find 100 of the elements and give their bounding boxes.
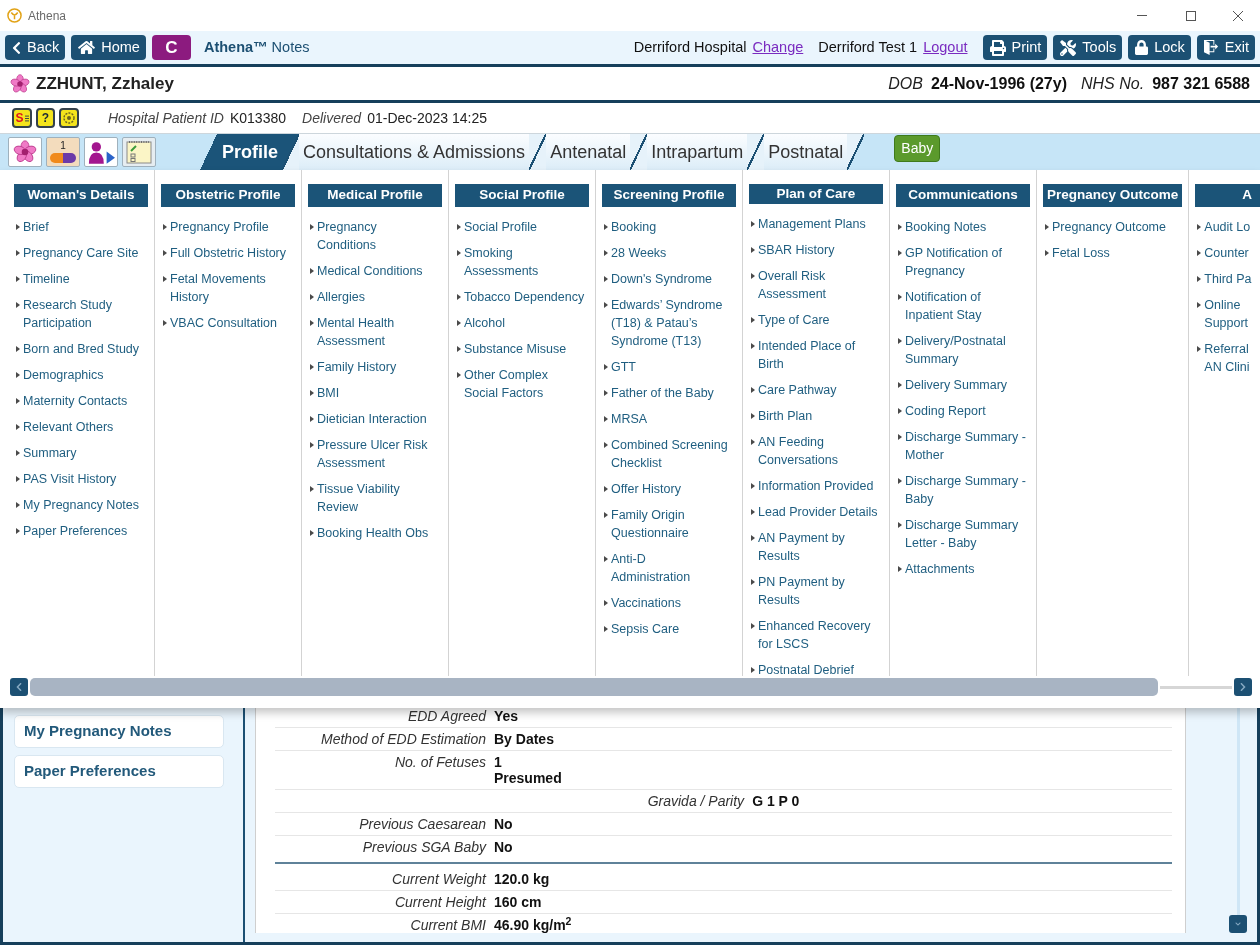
menu-link[interactable]: PN Payment by Results (751, 573, 886, 610)
menu-link[interactable]: Pregnancy Outcome (1045, 218, 1186, 236)
back-button[interactable]: Back (5, 35, 66, 60)
menu-link[interactable]: Summary (16, 444, 151, 462)
menu-link[interactable]: Timeline (16, 270, 151, 288)
sidebar-item[interactable]: Paper Preferences (14, 755, 224, 788)
menu-link[interactable]: Discharge Summary - Baby (898, 472, 1033, 508)
menu-link[interactable]: Fetal Loss (1045, 244, 1186, 262)
menu-link[interactable]: Other Complex Social Factors (457, 366, 592, 402)
menu-link[interactable]: Booking Notes (898, 218, 1033, 236)
tools-button[interactable]: Tools (1053, 35, 1123, 60)
menu-link[interactable]: Dietician Interaction (310, 410, 445, 428)
initial-button[interactable]: C (151, 35, 191, 60)
menu-link[interactable]: Birth Plan (751, 407, 886, 426)
menu-link[interactable]: AN Payment by Results (751, 529, 886, 566)
menu-link[interactable]: Demographics (16, 366, 151, 384)
question-alert-badge[interactable]: ? (36, 108, 55, 128)
menu-link[interactable]: Born and Bred Study (16, 340, 151, 358)
person-arrow-button[interactable] (84, 137, 118, 167)
menu-link[interactable]: Down's Syndrome (604, 270, 739, 288)
menu-link[interactable]: Postnatal Debrief (751, 661, 886, 676)
menu-link[interactable]: Intended Place of Birth (751, 337, 886, 374)
menu-link[interactable]: Booking Health Obs (310, 524, 445, 542)
menu-link[interactable]: Care Pathway (751, 381, 886, 400)
menu-link[interactable]: Delivery/Postnatal Summary (898, 332, 1033, 368)
menu-link[interactable]: Father of the Baby (604, 384, 739, 402)
menu-link[interactable]: Paper Preferences (16, 522, 151, 540)
lock-button[interactable]: Lock (1128, 35, 1191, 60)
home-button[interactable]: Home (71, 35, 146, 60)
menu-link[interactable]: Family Origin Questionnaire (604, 506, 739, 542)
menu-link[interactable]: Fetal Movements History (163, 270, 298, 306)
menu-link[interactable]: Overall Risk Assessment (751, 267, 886, 304)
menu-link[interactable]: Coding Report (898, 402, 1033, 420)
menu-link[interactable]: Lead Provider Details (751, 503, 886, 522)
tab[interactable]: Consultations & Admissions (299, 134, 547, 170)
menu-link[interactable]: Tissue Viability Review (310, 480, 445, 516)
exit-button[interactable]: Exit (1196, 35, 1255, 60)
scroll-right-button[interactable] (1234, 678, 1252, 696)
menu-link[interactable]: VBAC Consultation (163, 314, 298, 332)
menu-link[interactable]: Relevant Others (16, 418, 151, 436)
menu-link[interactable]: Discharge Summary Letter - Baby (898, 516, 1033, 552)
menu-link[interactable]: Brief (16, 218, 151, 236)
menu-link[interactable]: Pregnancy Profile (163, 218, 298, 236)
menu-link[interactable]: SBAR History (751, 241, 886, 260)
menu-link[interactable]: Third Pa (1197, 270, 1257, 288)
menu-link[interactable]: Discharge Summary - Mother (898, 428, 1033, 464)
medication-button[interactable]: 1 (46, 137, 80, 167)
menu-link[interactable]: Enhanced Recovery for LSCS (751, 617, 886, 654)
menu-link[interactable]: Booking (604, 218, 739, 236)
menu-link[interactable]: Substance Misuse (457, 340, 592, 358)
menu-link[interactable]: Referral AN Clini (1197, 340, 1257, 376)
sidebar-item[interactable]: My Pregnancy Notes (14, 715, 224, 748)
tab[interactable]: Intrapartum (647, 134, 765, 170)
tab[interactable]: Profile (200, 134, 299, 170)
menu-link[interactable]: Type of Care (751, 311, 886, 330)
menu-link[interactable]: Pressure Ulcer Risk Assessment (310, 436, 445, 472)
letter-alert-badge[interactable]: S (12, 108, 32, 128)
menu-link[interactable]: MRSA (604, 410, 739, 428)
menu-link[interactable]: Pregnancy Conditions (310, 218, 445, 254)
tab[interactable]: Antenatal (546, 134, 648, 170)
menu-link[interactable]: BMI (310, 384, 445, 402)
menu-link[interactable]: GTT (604, 358, 739, 376)
menu-link[interactable]: AN Feeding Conversations (751, 433, 886, 470)
menu-link[interactable]: Family History (310, 358, 445, 376)
scrollbar-thumb[interactable] (30, 678, 1158, 696)
menu-link[interactable]: Maternity Contacts (16, 392, 151, 410)
menu-link[interactable]: Anti-D Administration (604, 550, 739, 586)
menu-link[interactable]: Delivery Summary (898, 376, 1033, 394)
menu-link[interactable]: Offer History (604, 480, 739, 498)
menu-link[interactable]: Sepsis Care (604, 620, 739, 638)
menu-link[interactable]: Vaccinations (604, 594, 739, 612)
scrollbar-track[interactable] (1160, 685, 1232, 689)
menu-link[interactable]: Social Profile (457, 218, 592, 236)
menu-link[interactable]: Smoking Assessments (457, 244, 592, 280)
logout-link[interactable]: Logout (923, 36, 968, 59)
menu-link[interactable]: Management Plans (751, 215, 886, 234)
menu-link[interactable]: Online Support (1197, 296, 1257, 332)
menu-link[interactable]: Full Obstetric History (163, 244, 298, 262)
notepad-button[interactable] (122, 137, 156, 167)
scroll-down-button[interactable] (1229, 915, 1247, 933)
menu-link[interactable]: Information Provided (751, 477, 886, 496)
menu-link[interactable]: Allergies (310, 288, 445, 306)
menu-link[interactable]: Tobacco Dependency (457, 288, 592, 306)
tab[interactable]: Postnatal (764, 134, 865, 170)
menu-link[interactable]: GP Notification of Pregnancy (898, 244, 1033, 280)
menu-link[interactable]: Attachments (898, 560, 1033, 578)
menu-link[interactable]: Notification of Inpatient Stay (898, 288, 1033, 324)
flower-button[interactable] (8, 137, 42, 167)
menu-link[interactable]: Pregnancy Care Site (16, 244, 151, 262)
scroll-left-button[interactable] (10, 678, 28, 696)
menu-link[interactable]: Audit Lo (1197, 218, 1257, 236)
menu-link[interactable]: 28 Weeks (604, 244, 739, 262)
print-button[interactable]: Print (982, 35, 1048, 60)
menu-link[interactable]: PAS Visit History (16, 470, 151, 488)
menu-link[interactable]: Alcohol (457, 314, 592, 332)
menu-link[interactable]: Combined Screening Checklist (604, 436, 739, 472)
site-change-link[interactable]: Change (752, 36, 804, 59)
menu-link[interactable]: Research Study Participation (16, 296, 151, 332)
menu-link[interactable]: Counter (1197, 244, 1257, 262)
menu-link[interactable]: My Pregnancy Notes (16, 496, 151, 514)
